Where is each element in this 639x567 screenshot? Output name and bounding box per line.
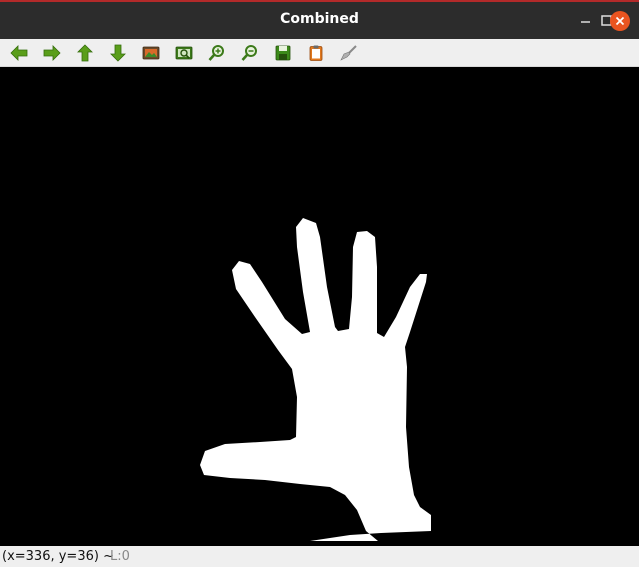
status-bar: (x=336, y=36) ~ L:0 bbox=[0, 546, 639, 567]
pan-up-button[interactable] bbox=[74, 42, 96, 64]
zoom-out-button[interactable] bbox=[239, 42, 261, 64]
image-canvas[interactable] bbox=[0, 67, 639, 546]
close-icon bbox=[615, 16, 625, 26]
save-icon bbox=[275, 45, 291, 61]
copy-clipboard-button[interactable] bbox=[305, 42, 327, 64]
pixel-level: L:0 bbox=[110, 549, 130, 564]
clipboard-icon bbox=[309, 45, 323, 61]
zoom-in-icon bbox=[208, 45, 224, 61]
image-window: Combined (x=336, y=36) ~ L:0 bbox=[0, 0, 639, 567]
zoom-window-icon bbox=[175, 46, 193, 60]
zoom-region-button[interactable] bbox=[173, 42, 195, 64]
zoom-fit-button[interactable] bbox=[140, 42, 162, 64]
image-icon bbox=[142, 46, 160, 60]
arrow-up-icon bbox=[77, 44, 93, 62]
pan-down-button[interactable] bbox=[107, 42, 129, 64]
cursor-coordinates: (x=336, y=36) ~ bbox=[2, 549, 114, 564]
properties-button[interactable] bbox=[338, 42, 360, 64]
title-bar[interactable]: Combined bbox=[0, 0, 639, 39]
window-title: Combined bbox=[280, 11, 359, 27]
arrow-right-icon bbox=[43, 45, 61, 61]
hand-mask-image bbox=[0, 67, 639, 546]
zoom-out-icon bbox=[241, 45, 257, 61]
zoom-in-button[interactable] bbox=[206, 42, 228, 64]
minimize-button[interactable] bbox=[575, 10, 597, 32]
brush-icon bbox=[340, 45, 357, 61]
arrow-down-icon bbox=[110, 44, 126, 62]
toolbar bbox=[0, 39, 639, 67]
pan-right-button[interactable] bbox=[41, 42, 63, 64]
arrow-left-icon bbox=[10, 45, 28, 61]
close-button[interactable] bbox=[610, 11, 630, 31]
save-image-button[interactable] bbox=[272, 42, 294, 64]
pan-left-button[interactable] bbox=[8, 42, 30, 64]
minimize-icon bbox=[581, 21, 590, 23]
